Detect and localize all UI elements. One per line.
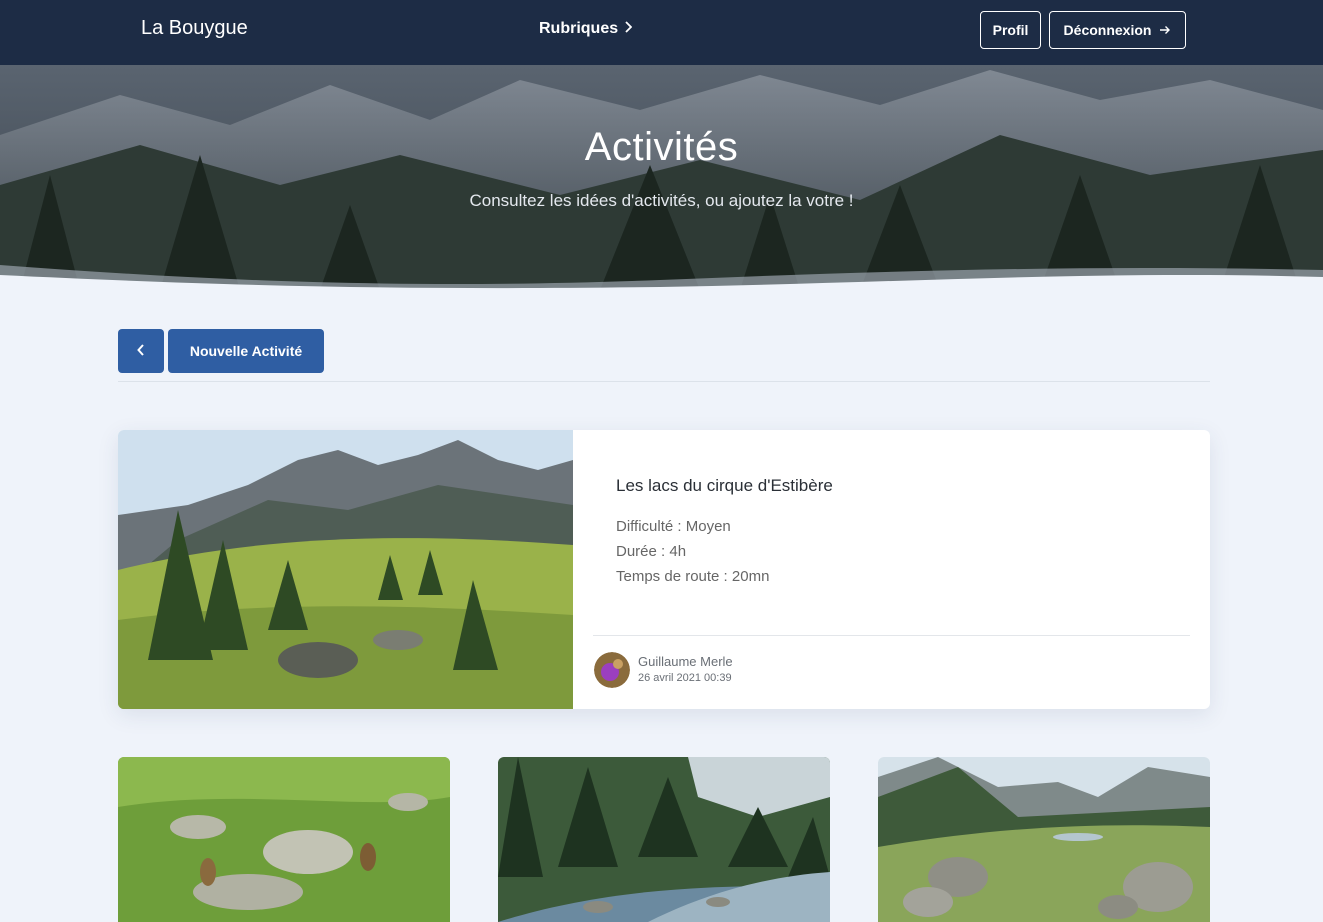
activity-image [118, 757, 450, 922]
new-activity-button[interactable]: Nouvelle Activité [168, 329, 324, 373]
activity-image [498, 757, 830, 922]
action-toolbar: Nouvelle Activité [118, 329, 324, 373]
difficulty-text: Difficulté : Moyen [616, 518, 731, 535]
activity-title[interactable]: Les lacs du cirque d'Estibère [616, 476, 833, 496]
activity-card[interactable] [878, 757, 1210, 922]
duration-text: Durée : 4h [616, 543, 687, 560]
rubriques-label: Rubriques [539, 20, 619, 37]
section-divider [118, 381, 1210, 382]
arrow-right-icon [1159, 22, 1171, 38]
rubriques-menu[interactable]: Rubriques [539, 20, 633, 38]
top-navbar: La Bouygue Rubriques Profil Déconnexion [0, 0, 1323, 65]
logout-button[interactable]: Déconnexion [1049, 11, 1186, 49]
profil-label: Profil [992, 22, 1029, 38]
activity-card[interactable] [118, 757, 450, 922]
hero-banner: Activités Consultez les idées d'activité… [0, 65, 1323, 290]
author-name: Guillaume Merle [638, 654, 733, 669]
chevron-left-icon [137, 343, 145, 359]
logout-label: Déconnexion [1063, 22, 1152, 38]
profil-button[interactable]: Profil [980, 11, 1041, 49]
page-title: Activités [584, 125, 739, 169]
activity-details: Difficulté : Moyen Durée : 4h Temps de r… [616, 514, 769, 589]
activity-card[interactable] [498, 757, 830, 922]
chevron-right-icon [624, 20, 633, 38]
hero-mountain-image [0, 65, 1323, 290]
card-divider [593, 635, 1190, 636]
brand-logo[interactable]: La Bouygue [141, 17, 248, 40]
activity-image [118, 430, 573, 709]
drive-time-text: Temps de route : 20mn [616, 568, 770, 585]
featured-activity-card[interactable]: Les lacs du cirque d'Estibère Difficulté… [118, 430, 1210, 709]
activity-image [878, 757, 1210, 922]
back-button[interactable] [118, 329, 164, 373]
avatar [594, 652, 630, 688]
post-date: 26 avril 2021 00:39 [638, 672, 732, 684]
page-subtitle: Consultez les idées d'activités, ou ajou… [469, 191, 854, 210]
